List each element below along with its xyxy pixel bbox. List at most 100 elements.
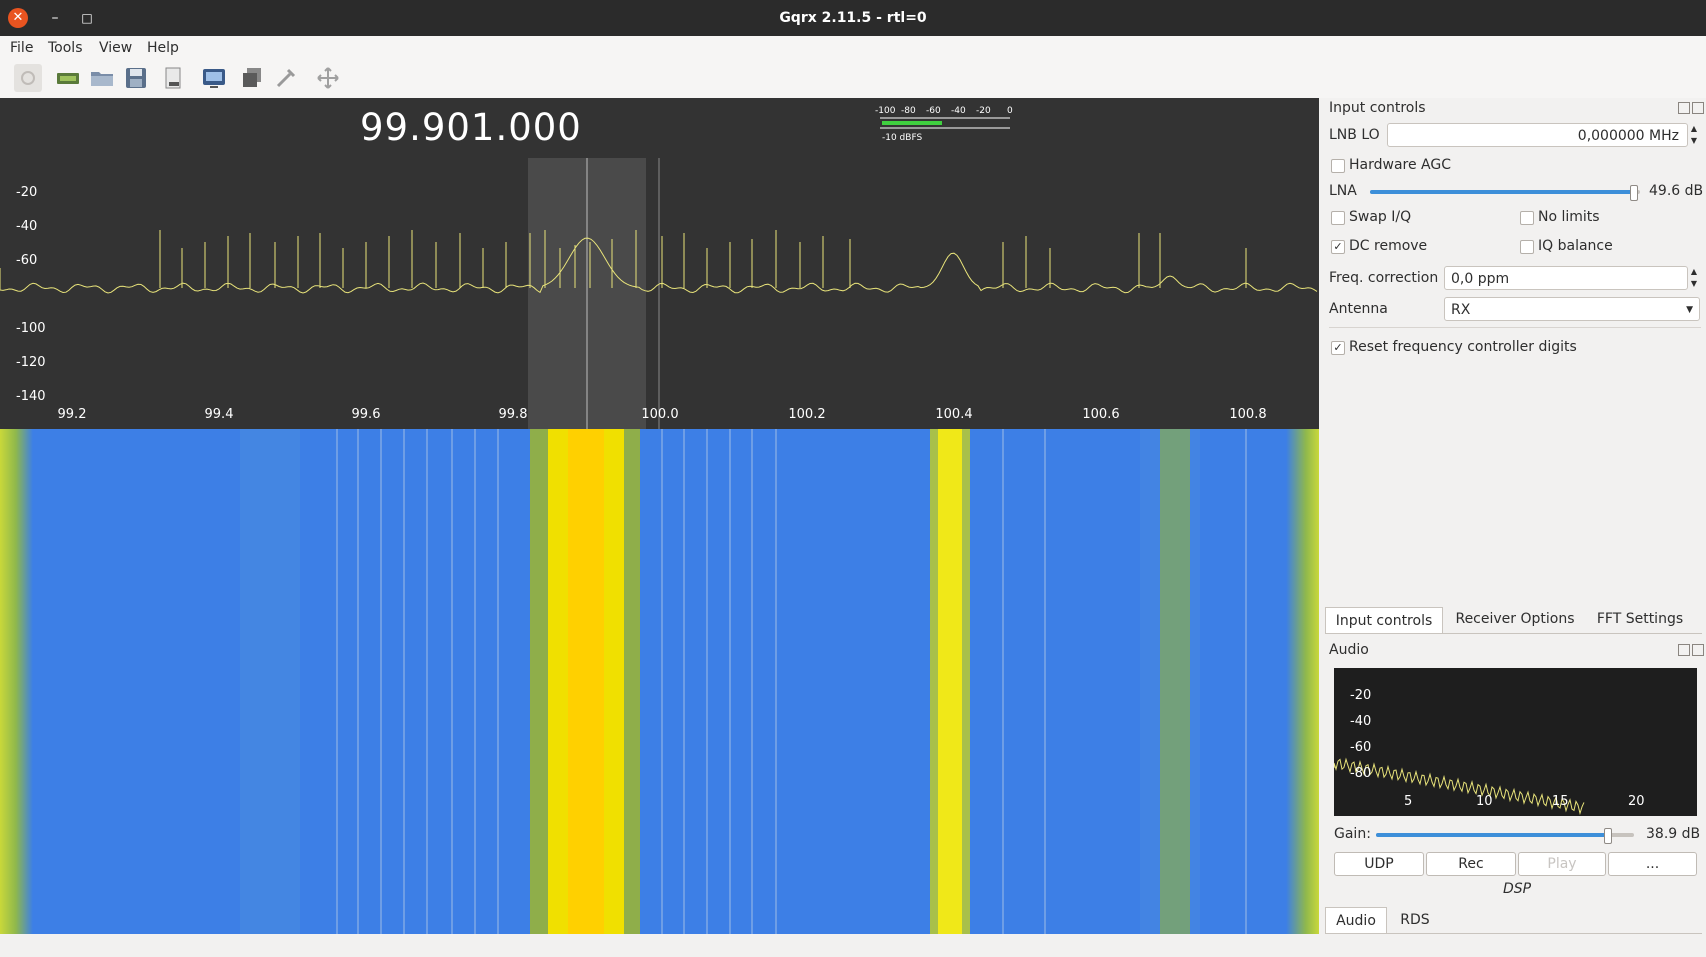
menu-file[interactable]: File — [10, 38, 33, 58]
antenna-value: RX — [1451, 302, 1471, 318]
menu-help[interactable]: Help — [147, 38, 179, 58]
undock-icon[interactable] — [1678, 644, 1690, 656]
lnb-lo-spinner[interactable]: ▲ ▼ — [1688, 123, 1700, 147]
fullscreen-icon[interactable] — [314, 64, 342, 92]
menu-bar — [0, 36, 1706, 60]
freq-correction-input[interactable]: 0,0 ppm — [1444, 266, 1688, 290]
x-tick-label: 100.0 — [641, 407, 679, 422]
no-limits-label: No limits — [1538, 209, 1600, 225]
undock-icon[interactable] — [1678, 102, 1690, 114]
menu-view[interactable]: View — [99, 38, 132, 58]
tools-icon[interactable] — [272, 64, 300, 92]
antenna-select[interactable]: RX ▼ — [1444, 297, 1700, 321]
lna-label: LNA — [1329, 183, 1357, 199]
meter-tick: -80 — [901, 106, 916, 116]
tab-receiver-options[interactable]: Receiver Options — [1447, 606, 1583, 632]
remote-control-icon[interactable] — [200, 64, 228, 92]
lna-slider-fill — [1370, 190, 1638, 194]
close-icon[interactable]: ✕ — [8, 8, 28, 28]
spectrum-plot[interactable] — [0, 98, 1319, 429]
lnb-lo-input[interactable]: 0,000000 MHz — [1387, 123, 1688, 147]
iq-balance-checkbox[interactable] — [1520, 240, 1534, 254]
meter-tick: 0 — [1007, 106, 1013, 116]
tab-fft-settings[interactable]: FFT Settings — [1587, 606, 1693, 632]
meter-tick: -100 — [875, 106, 896, 116]
y-tick-label: -140 — [16, 389, 46, 404]
audio-y-tick: -80 — [1350, 766, 1372, 781]
y-tick-label: -20 — [16, 185, 38, 200]
save-icon[interactable] — [122, 64, 150, 92]
swap-iq-label: Swap I/Q — [1349, 209, 1412, 225]
meter-tick: -20 — [976, 106, 991, 116]
window-title: Gqrx 2.11.5 - rtl=0 — [779, 10, 927, 26]
y-tick-label: -60 — [16, 253, 38, 268]
audio-x-tick: 15 — [1552, 794, 1569, 809]
x-tick-label: 99.2 — [57, 407, 87, 422]
frequency-display[interactable]: 99.901.000 — [360, 104, 582, 152]
hardware-agc-label: Hardware AGC — [1349, 157, 1451, 173]
dsp-label: DSP — [1503, 881, 1532, 897]
screenshot-icon[interactable] — [238, 64, 266, 92]
lna-slider-handle[interactable] — [1630, 185, 1638, 201]
freq-correction-spinner[interactable]: ▲ ▼ — [1688, 266, 1700, 290]
x-tick-label: 100.6 — [1082, 407, 1120, 422]
audio-gain-slider[interactable] — [1376, 833, 1634, 837]
dc-remove-label: DC remove — [1349, 238, 1428, 254]
hardware-icon[interactable] — [54, 64, 82, 92]
play-button[interactable]: Play — [1518, 852, 1606, 876]
audio-x-tick: 20 — [1628, 794, 1645, 809]
x-tick-label: 100.8 — [1229, 407, 1267, 422]
audio-gain-slider-handle[interactable] — [1604, 828, 1612, 844]
iq-balance-label: IQ balance — [1538, 238, 1613, 254]
hardware-agc-checkbox[interactable] — [1331, 159, 1345, 173]
audio-fft-plot[interactable]: -20 -40 -60 -80 5 10 15 20 — [1334, 668, 1697, 816]
input-controls-title: Input controls — [1329, 100, 1426, 116]
audio-y-tick: -60 — [1350, 740, 1372, 755]
freq-correction-label: Freq. correction — [1329, 270, 1439, 286]
reset-freq-label: Reset frequency controller digits — [1349, 339, 1577, 355]
divider — [1329, 327, 1701, 328]
swap-iq-checkbox[interactable] — [1331, 211, 1345, 225]
no-limits-checkbox[interactable] — [1520, 211, 1534, 225]
export-icon[interactable] — [160, 64, 188, 92]
status-bar — [0, 934, 1706, 957]
signal-meter: -100 -80 -60 -40 -20 0 -10 dBFS — [870, 104, 1020, 148]
meter-label: -10 dBFS — [882, 133, 923, 143]
waterfall-display[interactable] — [0, 429, 1319, 934]
menu-tools[interactable]: Tools — [48, 38, 83, 58]
close-panel-icon[interactable] — [1692, 644, 1704, 656]
meter-tick: -40 — [951, 106, 966, 116]
lna-value: 49.6 dB — [1649, 183, 1704, 199]
audio-gain-value: 38.9 dB — [1646, 826, 1701, 842]
dc-remove-checkbox[interactable]: ✓ — [1331, 240, 1345, 254]
x-tick-label: 99.6 — [351, 407, 381, 422]
minimize-icon[interactable]: – — [46, 8, 64, 28]
antenna-label: Antenna — [1329, 301, 1388, 317]
meter-tick: -60 — [926, 106, 941, 116]
lnb-lo-label: LNB LO — [1329, 127, 1380, 143]
audio-gain-slider-fill — [1376, 833, 1609, 837]
audio-gain-label: Gain: — [1334, 826, 1371, 842]
tab-rds[interactable]: RDS — [1389, 907, 1441, 933]
lna-slider[interactable] — [1370, 190, 1640, 194]
maximize-icon[interactable]: □ — [78, 8, 96, 28]
chevron-down-icon: ▼ — [1686, 305, 1693, 315]
audio-x-tick: 10 — [1476, 794, 1493, 809]
audio-title: Audio — [1329, 642, 1369, 658]
close-panel-icon[interactable] — [1692, 102, 1704, 114]
x-tick-label: 100.2 — [788, 407, 826, 422]
tab-input-controls[interactable]: Input controls — [1325, 607, 1443, 633]
y-tick-label: -40 — [16, 219, 38, 234]
x-tick-label: 99.4 — [204, 407, 234, 422]
y-tick-label: -100 — [16, 321, 46, 336]
more-button[interactable]: ... — [1608, 852, 1697, 876]
open-icon[interactable] — [88, 64, 116, 92]
power-icon[interactable] — [14, 64, 42, 92]
rec-button[interactable]: Rec — [1426, 852, 1516, 876]
udp-button[interactable]: UDP — [1334, 852, 1424, 876]
audio-x-tick: 5 — [1404, 794, 1413, 809]
x-tick-label: 99.8 — [498, 407, 528, 422]
tab-audio[interactable]: Audio — [1325, 907, 1387, 933]
reset-freq-checkbox[interactable]: ✓ — [1331, 341, 1345, 355]
audio-y-tick: -40 — [1350, 714, 1372, 729]
